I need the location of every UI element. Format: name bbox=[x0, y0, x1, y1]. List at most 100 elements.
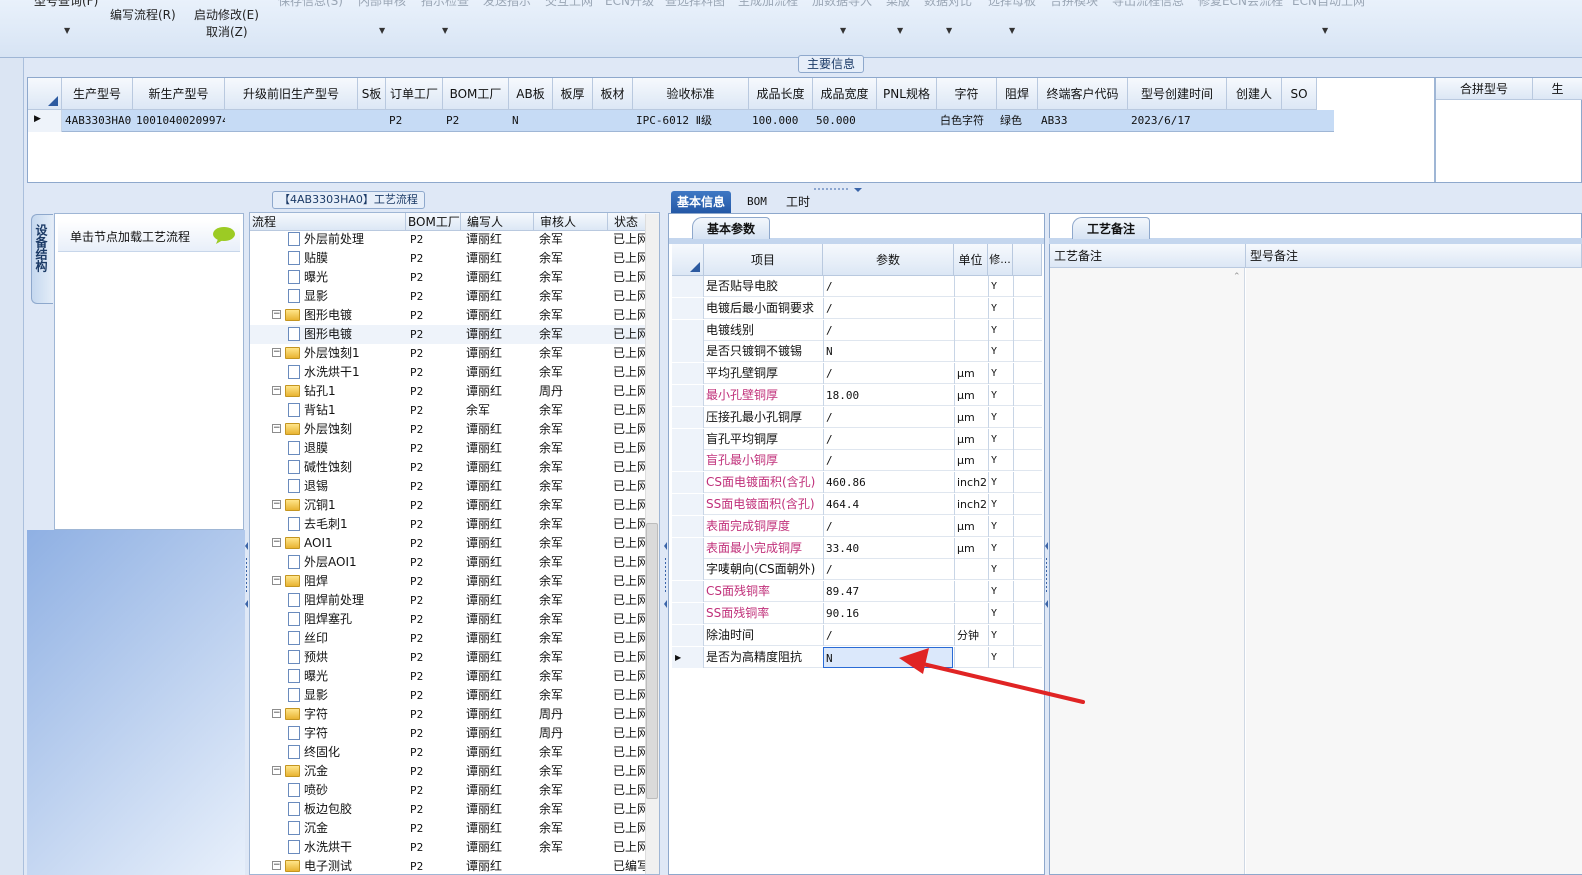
main-row-cell[interactable] bbox=[1227, 110, 1282, 132]
param-value[interactable]: N bbox=[823, 341, 953, 363]
tree-row[interactable]: 丝印 P2 谭丽红 余军 已上网 bbox=[250, 629, 649, 648]
tree-row[interactable]: − 阻焊 P2 谭丽红 余军 已上网 bbox=[250, 572, 649, 591]
tree-node[interactable]: 贴膜 bbox=[288, 249, 404, 268]
tree-node[interactable]: − 字符 bbox=[272, 705, 404, 724]
tree-row[interactable]: 终固化 P2 谭丽红 余军 已上网 bbox=[250, 743, 649, 762]
main-column-header[interactable]: 板厚 bbox=[553, 78, 593, 110]
tree-node[interactable]: 显影 bbox=[288, 686, 404, 705]
main-column-header[interactable]: 订单工厂 bbox=[386, 78, 443, 110]
param-value[interactable]: 464.4 bbox=[823, 494, 953, 515]
tree-row[interactable]: 显影 P2 谭丽红 余军 已上网 bbox=[250, 686, 649, 705]
param-modify[interactable]: Y bbox=[988, 319, 1012, 341]
main-column-header[interactable]: 字符 bbox=[937, 78, 997, 110]
param-value[interactable]: 89.47 bbox=[823, 581, 953, 603]
param-row[interactable]: SS面电镀面积(含孔) 464.4 inch2 Y bbox=[672, 494, 1042, 515]
toolbar-ecn-auto-online[interactable]: ECN自动上网 bbox=[1292, 0, 1365, 9]
main-column-header[interactable]: 型号创建时间 bbox=[1128, 78, 1227, 110]
tree-row[interactable]: − 字符 P2 谭丽红 周丹 已上网 bbox=[250, 705, 649, 724]
chevron-down-icon[interactable]: ▼ bbox=[897, 26, 903, 35]
process-notes-area[interactable] bbox=[1050, 268, 1245, 874]
main-column-header[interactable]: BOM工厂 bbox=[443, 78, 509, 110]
toolbar-gen-flow[interactable]: 生成加流程 bbox=[738, 0, 798, 9]
tree-node[interactable]: 板边包胶 bbox=[288, 800, 404, 819]
column-header-writer[interactable]: 编写人 bbox=[461, 213, 534, 231]
param-value[interactable]: / bbox=[823, 363, 953, 385]
tree-row[interactable]: 退膜 P2 谭丽红 余军 已上网 bbox=[250, 439, 649, 458]
tree-row[interactable]: − 电子测试 P2 谭丽红 已编写 bbox=[250, 857, 649, 874]
param-row[interactable]: 表面完成铜厚度 / μm Y bbox=[672, 515, 1042, 537]
tree-row[interactable]: 显影 P2 谭丽红 余军 已上网 bbox=[250, 287, 649, 306]
tree-row[interactable]: 图形电镀 P2 谭丽红 余军 已上网 bbox=[250, 325, 649, 344]
tree-row[interactable]: 水洗烘干1 P2 谭丽红 余军 已上网 bbox=[250, 363, 649, 382]
main-row-cell[interactable]: 100.000 bbox=[749, 110, 813, 132]
toolbar-export-flow[interactable]: 导出流程信息 bbox=[1112, 0, 1184, 9]
column-header-bom-factory[interactable]: BOM工厂 bbox=[406, 213, 461, 231]
tree-row[interactable]: 阻焊前处理 P2 谭丽红 余军 已上网 bbox=[250, 591, 649, 610]
tree-node[interactable]: 显影 bbox=[288, 287, 404, 306]
tree-row[interactable]: 外层前处理 P2 谭丽红 余军 已上网 bbox=[250, 230, 649, 249]
chevron-down-icon[interactable]: ▼ bbox=[442, 26, 448, 35]
param-value[interactable]: / bbox=[823, 428, 953, 450]
tab-basic-params[interactable]: 基本参数 bbox=[692, 217, 770, 239]
toolbar-query-model[interactable]: 型号查询(F) bbox=[34, 0, 98, 9]
param-modify[interactable]: Y bbox=[988, 581, 1012, 603]
toolbar-send[interactable]: 发送指示 bbox=[483, 0, 531, 9]
chevron-down-icon[interactable]: ▼ bbox=[1009, 26, 1015, 35]
collapse-icon[interactable]: − bbox=[272, 500, 281, 509]
main-row-cell[interactable] bbox=[1282, 110, 1317, 132]
main-row-cell[interactable] bbox=[877, 110, 937, 132]
main-column-header[interactable]: 终端客户代码 bbox=[1038, 78, 1128, 110]
main-column-header[interactable]: 新生产型号 bbox=[133, 78, 225, 110]
column-header-unit[interactable]: 单位 bbox=[954, 244, 988, 276]
param-row[interactable]: 最小孔壁铜厚 18.00 μm Y bbox=[672, 385, 1042, 406]
param-modify[interactable]: Y bbox=[988, 515, 1012, 537]
tree-node[interactable]: − 沉铜1 bbox=[272, 496, 404, 515]
tree-row[interactable]: 退锡 P2 谭丽红 余军 已上网 bbox=[250, 477, 649, 496]
tree-row[interactable]: − 外层蚀刻 P2 谭丽红 余军 已上网 bbox=[250, 420, 649, 439]
param-row[interactable]: 平均孔壁铜厚 / μm Y bbox=[672, 363, 1042, 385]
main-row-cell[interactable] bbox=[358, 110, 386, 132]
tree-node[interactable]: 曝光 bbox=[288, 268, 404, 287]
main-column-header[interactable]: 板材 bbox=[593, 78, 633, 110]
column-header-value[interactable]: 参数 bbox=[823, 244, 954, 276]
param-value[interactable]: / bbox=[823, 515, 953, 537]
tab-work-hours[interactable]: 工时 bbox=[780, 191, 816, 213]
main-column-header[interactable]: 成品长度 bbox=[749, 78, 813, 110]
column-header-flow[interactable]: 流程 bbox=[250, 213, 406, 231]
main-column-header[interactable]: 阻焊 bbox=[997, 78, 1038, 110]
splitter-handle-top[interactable] bbox=[810, 183, 862, 192]
param-modify[interactable]: Y bbox=[988, 406, 1012, 428]
main-column-header[interactable]: 生产型号 bbox=[62, 78, 133, 110]
toolbar-compare[interactable]: 数据对比 bbox=[924, 0, 972, 9]
tree-node[interactable]: 阻焊前处理 bbox=[288, 591, 404, 610]
tab-bom[interactable]: BOM bbox=[741, 191, 773, 213]
param-row[interactable]: 电镀后最小面铜要求 / Y bbox=[672, 297, 1042, 319]
toolbar-check[interactable]: 指示检查 bbox=[421, 0, 469, 9]
main-row-cell[interactable]: AB33 bbox=[1038, 110, 1128, 132]
splitter-handle-middle[interactable] bbox=[663, 540, 668, 610]
tree-node[interactable]: 水洗烘干 bbox=[288, 838, 404, 857]
tree-node[interactable]: 字符 bbox=[288, 724, 404, 743]
param-row[interactable]: CS面残铜率 89.47 Y bbox=[672, 581, 1042, 603]
tree-node[interactable]: − 阻焊 bbox=[272, 572, 404, 591]
param-value[interactable]: / bbox=[823, 297, 953, 319]
param-modify[interactable]: Y bbox=[988, 276, 1012, 297]
tree-row[interactable]: 背钻1 P2 余军 余军 已上网 bbox=[250, 401, 649, 420]
tree-row[interactable]: 沉金 P2 谭丽红 余军 已上网 bbox=[250, 819, 649, 838]
tree-node[interactable]: 水洗烘干1 bbox=[288, 363, 404, 382]
param-modify[interactable]: Y bbox=[988, 341, 1012, 363]
tree-row[interactable]: 曝光 P2 谭丽红 余军 已上网 bbox=[250, 667, 649, 686]
tree-node[interactable]: 曝光 bbox=[288, 667, 404, 686]
tree-node[interactable]: − 外层蚀刻 bbox=[272, 420, 404, 439]
tree-row[interactable]: − 沉金 P2 谭丽红 余军 已上网 bbox=[250, 762, 649, 781]
param-modify[interactable]: Y bbox=[988, 472, 1012, 494]
tree-node[interactable]: 丝印 bbox=[288, 629, 404, 648]
param-row[interactable]: 盲孔最小铜厚 / μm Y bbox=[672, 450, 1042, 472]
tree-row[interactable]: 曝光 P2 谭丽红 余军 已上网 bbox=[250, 268, 649, 287]
column-header-process-notes[interactable]: 工艺备注 bbox=[1050, 244, 1246, 268]
toolbar-ecn-upgrade[interactable]: ECN升级 bbox=[605, 0, 654, 9]
toolbar-internal-review[interactable]: 内部审核 bbox=[358, 0, 406, 9]
column-header-item[interactable]: 项目 bbox=[704, 244, 823, 276]
toolbar-start-modify[interactable]: 启动修改(E) bbox=[194, 6, 259, 23]
param-value[interactable]: / bbox=[823, 559, 953, 581]
